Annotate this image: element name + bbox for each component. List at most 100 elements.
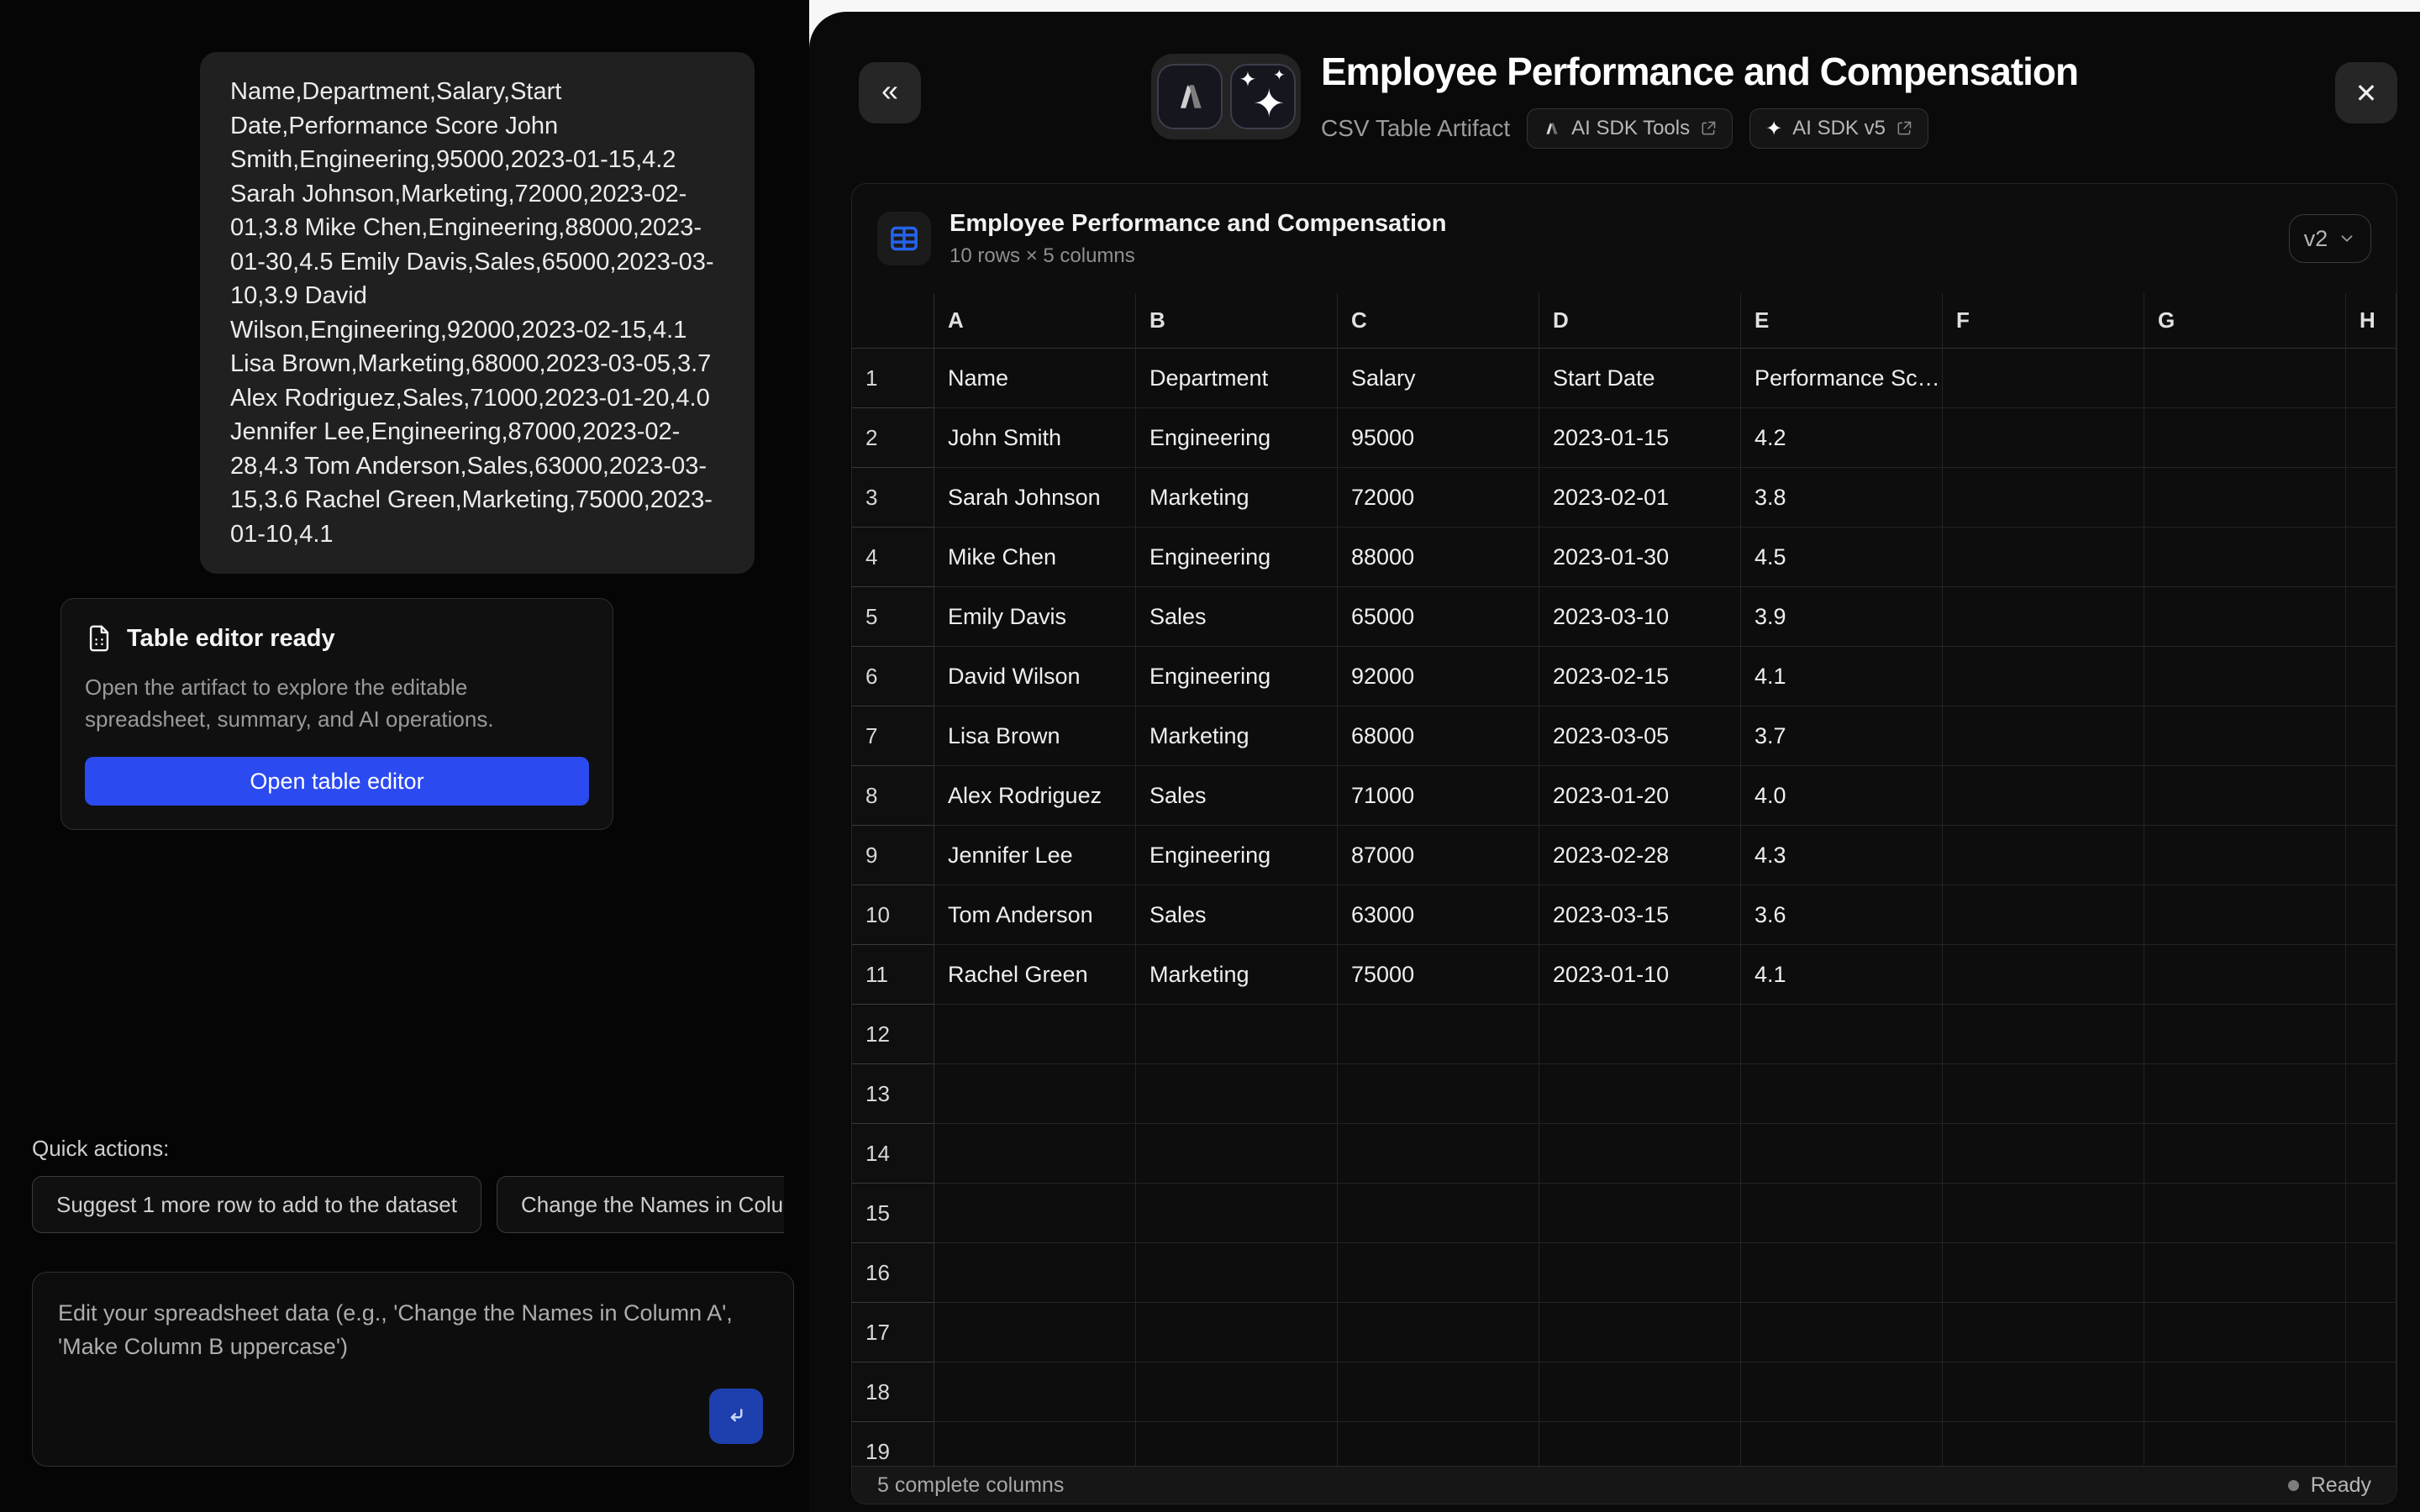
cell-C17[interactable]	[1338, 1303, 1539, 1362]
open-table-editor-button[interactable]: Open table editor	[85, 757, 589, 806]
cell-F3[interactable]	[1943, 468, 2144, 528]
cell-E4[interactable]: 4.5	[1741, 528, 1943, 587]
cell-C7[interactable]: 68000	[1338, 706, 1539, 766]
cell-C15[interactable]	[1338, 1184, 1539, 1243]
cell-C3[interactable]: 72000	[1338, 468, 1539, 528]
cell-D1[interactable]: Start Date	[1539, 349, 1741, 408]
cell-B15[interactable]	[1136, 1184, 1338, 1243]
cell-B16[interactable]	[1136, 1243, 1338, 1303]
cell-E8[interactable]: 4.0	[1741, 766, 1943, 826]
cell-A10[interactable]: Tom Anderson	[934, 885, 1136, 945]
cell-D14[interactable]	[1539, 1124, 1741, 1184]
cell-G19[interactable]	[2144, 1422, 2346, 1467]
cell-A13[interactable]	[934, 1064, 1136, 1124]
cell-D9[interactable]: 2023-02-28	[1539, 826, 1741, 885]
cell-F5[interactable]	[1943, 587, 2144, 647]
cell-F18[interactable]	[1943, 1362, 2144, 1422]
cell-F13[interactable]	[1943, 1064, 2144, 1124]
cell-H4[interactable]	[2346, 528, 2396, 587]
spreadsheet-scroll-area[interactable]: ABCDEFGH1NameDepartmentSalaryStart DateP…	[852, 293, 2396, 1467]
cell-E2[interactable]: 4.2	[1741, 408, 1943, 468]
cell-H9[interactable]	[2346, 826, 2396, 885]
cell-B8[interactable]: Sales	[1136, 766, 1338, 826]
cell-G4[interactable]	[2144, 528, 2346, 587]
cell-A14[interactable]	[934, 1124, 1136, 1184]
cell-C6[interactable]: 92000	[1338, 647, 1539, 706]
cell-F6[interactable]	[1943, 647, 2144, 706]
cell-C10[interactable]: 63000	[1338, 885, 1539, 945]
column-header-C[interactable]: C	[1338, 293, 1539, 349]
badge-ai-sdk-tools[interactable]: AI SDK Tools	[1527, 108, 1733, 149]
cell-A1[interactable]: Name	[934, 349, 1136, 408]
cell-H18[interactable]	[2346, 1362, 2396, 1422]
cell-B19[interactable]	[1136, 1422, 1338, 1467]
cell-H3[interactable]	[2346, 468, 2396, 528]
column-header-E[interactable]: E	[1741, 293, 1943, 349]
cell-H11[interactable]	[2346, 945, 2396, 1005]
cell-A6[interactable]: David Wilson	[934, 647, 1136, 706]
collapse-panel-button[interactable]: «	[859, 62, 921, 123]
composer-input[interactable]	[33, 1273, 793, 1466]
cell-C12[interactable]	[1338, 1005, 1539, 1064]
cell-H16[interactable]	[2346, 1243, 2396, 1303]
cell-D13[interactable]	[1539, 1064, 1741, 1124]
cell-B6[interactable]: Engineering	[1136, 647, 1338, 706]
cell-H8[interactable]	[2346, 766, 2396, 826]
cell-G6[interactable]	[2144, 647, 2346, 706]
cell-E3[interactable]: 3.8	[1741, 468, 1943, 528]
cell-H7[interactable]	[2346, 706, 2396, 766]
cell-D16[interactable]	[1539, 1243, 1741, 1303]
column-header-G[interactable]: G	[2144, 293, 2346, 349]
cell-A18[interactable]	[934, 1362, 1136, 1422]
cell-B14[interactable]	[1136, 1124, 1338, 1184]
column-header-H[interactable]: H	[2346, 293, 2396, 349]
cell-E5[interactable]: 3.9	[1741, 587, 1943, 647]
cell-E11[interactable]: 4.1	[1741, 945, 1943, 1005]
cell-C5[interactable]: 65000	[1338, 587, 1539, 647]
cell-A4[interactable]: Mike Chen	[934, 528, 1136, 587]
cell-A11[interactable]: Rachel Green	[934, 945, 1136, 1005]
cell-H17[interactable]	[2346, 1303, 2396, 1362]
cell-G1[interactable]	[2144, 349, 2346, 408]
cell-H1[interactable]	[2346, 349, 2396, 408]
cell-D15[interactable]	[1539, 1184, 1741, 1243]
cell-D6[interactable]: 2023-02-15	[1539, 647, 1741, 706]
cell-A3[interactable]: Sarah Johnson	[934, 468, 1136, 528]
cell-A15[interactable]	[934, 1184, 1136, 1243]
cell-E17[interactable]	[1741, 1303, 1943, 1362]
cell-A12[interactable]	[934, 1005, 1136, 1064]
cell-H5[interactable]	[2346, 587, 2396, 647]
cell-G3[interactable]	[2144, 468, 2346, 528]
cell-B10[interactable]: Sales	[1136, 885, 1338, 945]
cell-F8[interactable]	[1943, 766, 2144, 826]
close-artifact-button[interactable]: ✕	[2335, 62, 2397, 123]
cell-D3[interactable]: 2023-02-01	[1539, 468, 1741, 528]
cell-D12[interactable]	[1539, 1005, 1741, 1064]
cell-H15[interactable]	[2346, 1184, 2396, 1243]
cell-C1[interactable]: Salary	[1338, 349, 1539, 408]
cell-D10[interactable]: 2023-03-15	[1539, 885, 1741, 945]
cell-G14[interactable]	[2144, 1124, 2346, 1184]
cell-B1[interactable]: Department	[1136, 349, 1338, 408]
cell-F15[interactable]	[1943, 1184, 2144, 1243]
cell-G13[interactable]	[2144, 1064, 2346, 1124]
cell-G5[interactable]	[2144, 587, 2346, 647]
cell-E16[interactable]	[1741, 1243, 1943, 1303]
column-header-B[interactable]: B	[1136, 293, 1338, 349]
cell-H10[interactable]	[2346, 885, 2396, 945]
cell-G8[interactable]	[2144, 766, 2346, 826]
cell-F10[interactable]	[1943, 885, 2144, 945]
cell-D18[interactable]	[1539, 1362, 1741, 1422]
send-button[interactable]	[709, 1389, 763, 1444]
cell-A17[interactable]	[934, 1303, 1136, 1362]
cell-E10[interactable]: 3.6	[1741, 885, 1943, 945]
cell-G9[interactable]	[2144, 826, 2346, 885]
cell-A9[interactable]: Jennifer Lee	[934, 826, 1136, 885]
cell-C13[interactable]	[1338, 1064, 1539, 1124]
cell-A2[interactable]: John Smith	[934, 408, 1136, 468]
cell-G11[interactable]	[2144, 945, 2346, 1005]
cell-F14[interactable]	[1943, 1124, 2144, 1184]
cell-C18[interactable]	[1338, 1362, 1539, 1422]
cell-D4[interactable]: 2023-01-30	[1539, 528, 1741, 587]
column-header-F[interactable]: F	[1943, 293, 2144, 349]
